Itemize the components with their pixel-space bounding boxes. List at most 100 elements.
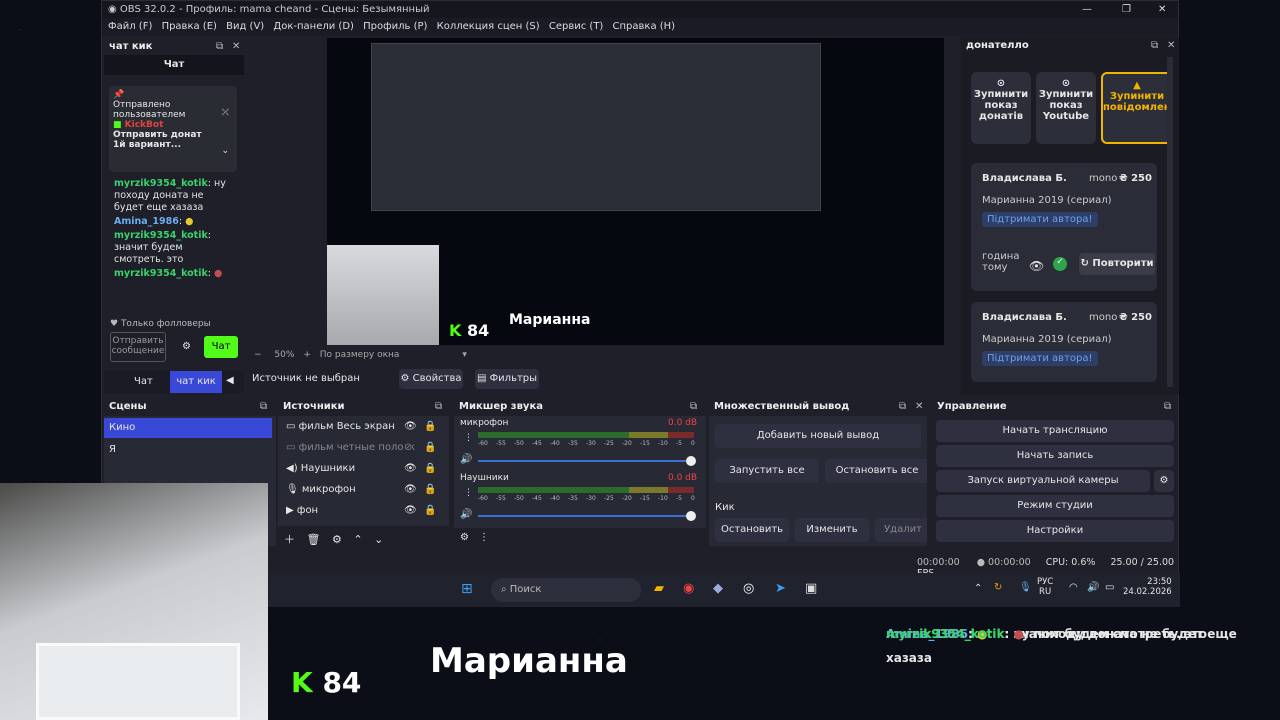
menu-help[interactable]: Справка (H) bbox=[613, 21, 676, 32]
volume-slider-knob[interactable] bbox=[686, 456, 696, 466]
float-icon[interactable]: ⧉ bbox=[435, 398, 442, 415]
filters-button[interactable]: ▤ Фильтры bbox=[475, 369, 539, 389]
settings-button[interactable]: Настройки bbox=[936, 520, 1174, 542]
source-item[interactable]: 🎙 микрофон 👁 🔒 bbox=[278, 480, 449, 500]
zoom-in-icon[interactable]: + bbox=[303, 350, 311, 360]
check-icon[interactable]: ✓ bbox=[1053, 257, 1067, 271]
scene-item[interactable]: Я bbox=[104, 440, 272, 460]
kebab-menu-icon[interactable]: ⋮ bbox=[464, 488, 473, 498]
chevron-down-icon[interactable]: ▾ bbox=[462, 350, 467, 360]
minimize-icon[interactable]: — bbox=[1082, 1, 1092, 18]
gear-icon[interactable]: ⚙ bbox=[182, 341, 191, 352]
lock-icon[interactable]: 🔒 bbox=[424, 480, 436, 500]
program-preview[interactable]: K 84 Марианна bbox=[327, 38, 944, 345]
delete-output-button[interactable]: Удалит bbox=[875, 518, 927, 542]
stop-donations-button[interactable]: ⊙ Зупинити показ донатів bbox=[971, 72, 1031, 144]
trash-icon[interactable]: 🗑 bbox=[307, 533, 321, 546]
float-icon[interactable]: ⧉ bbox=[1164, 398, 1171, 415]
menu-profile[interactable]: Профиль (P) bbox=[363, 21, 427, 32]
tray-app-icon[interactable]: ↻ bbox=[994, 582, 1002, 593]
eye-slash-icon[interactable]: ⊘ bbox=[404, 438, 413, 458]
send-chat-button[interactable]: Чат bbox=[204, 336, 238, 358]
stop-youtube-button[interactable]: ⊙ Зупинити показ Youtube bbox=[1036, 72, 1096, 144]
volume-slider[interactable] bbox=[478, 515, 692, 517]
lock-icon[interactable]: 🔒 bbox=[424, 438, 437, 458]
float-icon[interactable]: ⧉ bbox=[690, 398, 697, 415]
close-icon[interactable]: ✕ bbox=[1167, 37, 1175, 54]
scrollbar[interactable] bbox=[1167, 57, 1173, 387]
telegram-icon[interactable]: ➤ bbox=[775, 581, 786, 596]
chevron-left-icon[interactable]: ◀ bbox=[226, 375, 234, 386]
properties-button[interactable]: ⚙ Свойства bbox=[399, 369, 463, 389]
obs-icon[interactable]: ◎ bbox=[743, 581, 754, 596]
volume-slider-knob[interactable] bbox=[686, 511, 696, 521]
virtual-camera-settings-button[interactable]: ⚙ bbox=[1154, 470, 1174, 492]
speaker-icon[interactable]: 🔊 bbox=[460, 509, 472, 520]
add-icon[interactable]: ＋ bbox=[284, 533, 295, 546]
speaker-icon[interactable]: 🔊 bbox=[460, 454, 472, 465]
source-item[interactable]: ▶ фон 👁 🔒 bbox=[278, 501, 449, 521]
float-icon[interactable]: ⧉ bbox=[260, 398, 267, 415]
tab-chat-kick[interactable]: чат кик bbox=[170, 371, 222, 393]
lock-icon[interactable]: 🔒 bbox=[424, 417, 436, 437]
source-item[interactable]: ▭ фильм Весь экран 👁 🔒 bbox=[278, 417, 449, 437]
close-icon[interactable]: ✕ bbox=[1158, 1, 1166, 18]
zoom-fit-select[interactable]: По размеру окна bbox=[320, 350, 400, 360]
menu-view[interactable]: Вид (V) bbox=[226, 21, 264, 32]
windows-start-icon[interactable]: ⊞ bbox=[461, 581, 473, 597]
chevron-down-icon[interactable]: ⌄ bbox=[221, 146, 229, 156]
microphone-icon[interactable]: 🎙 bbox=[1019, 582, 1032, 593]
start-virtual-camera-button[interactable]: Запуск виртуальной камеры bbox=[936, 470, 1150, 492]
chevron-up-icon[interactable]: ⌃ bbox=[974, 583, 982, 594]
eye-icon[interactable]: 👁 bbox=[404, 459, 417, 479]
stop-all-button[interactable]: Остановить все bbox=[825, 459, 927, 483]
menu-file[interactable]: Файл (F) bbox=[108, 21, 152, 32]
float-icon[interactable]: ⧉ bbox=[1151, 37, 1158, 54]
app-icon[interactable]: ◆ bbox=[713, 581, 723, 596]
maximize-icon[interactable]: ❐ bbox=[1122, 1, 1131, 18]
chevron-down-icon[interactable]: ⌄ bbox=[374, 533, 383, 546]
chevron-up-icon[interactable]: ⌃ bbox=[353, 533, 362, 546]
menu-tools[interactable]: Сервис (T) bbox=[549, 21, 603, 32]
scene-item[interactable]: Кино bbox=[104, 418, 272, 438]
stop-output-button[interactable]: Остановить bbox=[715, 518, 789, 542]
volume-slider[interactable] bbox=[478, 460, 692, 462]
wifi-icon[interactable]: ◠ bbox=[1069, 582, 1078, 593]
eye-icon[interactable]: 👁 bbox=[404, 417, 417, 437]
folder-icon[interactable]: ▰ bbox=[654, 581, 664, 596]
menu-scene-collection[interactable]: Коллекция сцен (S) bbox=[437, 21, 540, 32]
eye-icon[interactable]: 👁 bbox=[1029, 259, 1044, 273]
close-icon[interactable]: ✕ bbox=[232, 38, 240, 55]
source-item[interactable]: ◀) Наушники 👁 🔒 bbox=[278, 459, 449, 479]
float-icon[interactable]: ⧉ bbox=[899, 398, 906, 415]
kebab-menu-icon[interactable]: ⋮ bbox=[464, 433, 473, 443]
close-icon[interactable]: ✕ bbox=[915, 398, 923, 415]
repeat-button[interactable]: ↻ Повторити bbox=[1079, 253, 1155, 275]
studio-mode-button[interactable]: Режим студии bbox=[936, 495, 1174, 517]
start-recording-button[interactable]: Начать запись bbox=[936, 445, 1174, 467]
menu-edit[interactable]: Правка (E) bbox=[162, 21, 217, 32]
battery-icon[interactable]: ▭ bbox=[1105, 582, 1114, 593]
chrome-icon[interactable]: ◉ bbox=[683, 581, 694, 596]
gear-icon[interactable]: ⚙ bbox=[332, 533, 342, 546]
start-all-button[interactable]: Запустить все bbox=[715, 459, 819, 483]
menu-docks[interactable]: Док-панели (D) bbox=[273, 21, 354, 32]
clock[interactable]: 23:50 24.02.2026 bbox=[1123, 577, 1172, 597]
terminal-icon[interactable]: ▣ bbox=[805, 581, 817, 596]
source-item[interactable]: ▭ фильм четные полоск ⊘ 🔒 bbox=[278, 438, 449, 458]
zoom-out-icon[interactable]: − bbox=[254, 350, 262, 360]
volume-icon[interactable]: 🔊 bbox=[1087, 582, 1099, 593]
input-language[interactable]: РУС RU bbox=[1037, 577, 1053, 597]
gear-icon[interactable]: ⚙ bbox=[460, 532, 469, 543]
lock-icon[interactable]: 🔒 bbox=[424, 501, 436, 521]
float-icon[interactable]: ⧉ bbox=[216, 38, 223, 55]
stop-messages-button[interactable]: ▲Зупинити повідомлення bbox=[1101, 72, 1173, 144]
eye-icon[interactable]: 👁 bbox=[404, 480, 417, 500]
kebab-menu-icon[interactable]: ⋮ bbox=[479, 532, 489, 543]
eye-icon[interactable]: 👁 bbox=[404, 501, 417, 521]
edit-output-button[interactable]: Изменить bbox=[795, 518, 869, 542]
unpin-icon[interactable]: ⤫ bbox=[222, 108, 229, 118]
taskbar-search[interactable]: ⌕ Поиск bbox=[491, 578, 641, 602]
tab-chat[interactable]: Чат bbox=[134, 376, 153, 387]
chat-input[interactable]: Отправить сообщение bbox=[110, 332, 166, 362]
